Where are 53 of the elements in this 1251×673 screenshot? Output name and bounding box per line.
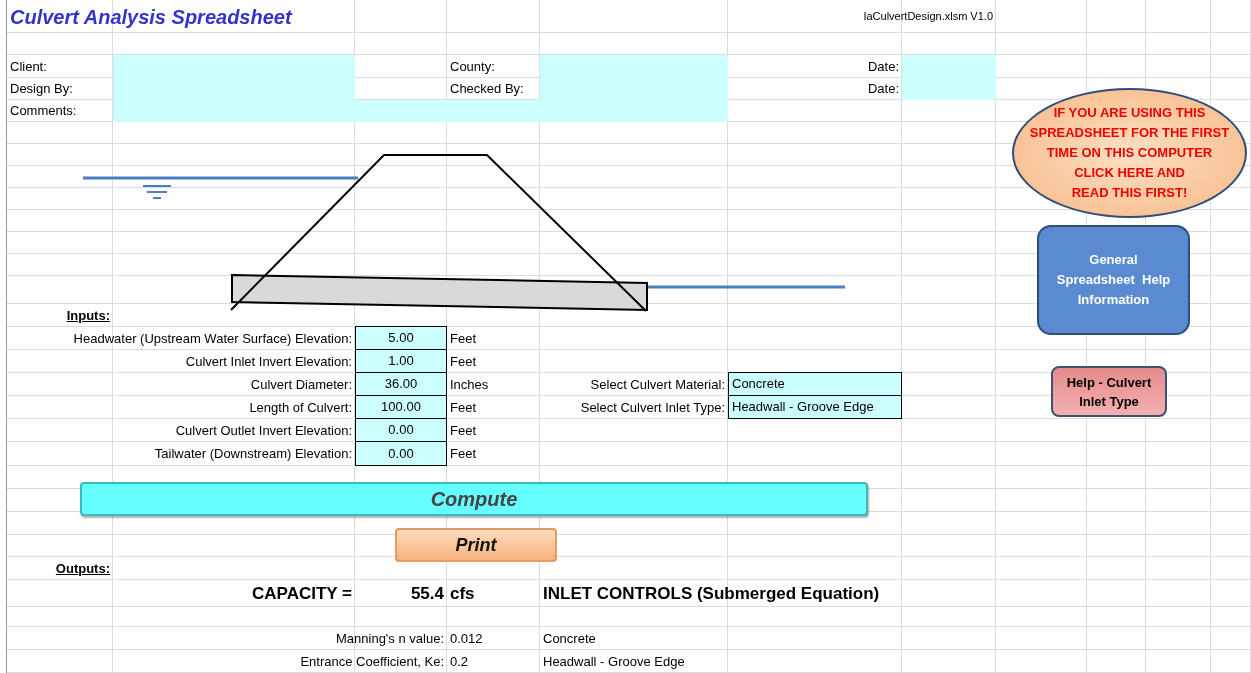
input-field[interactable]: 5.00	[355, 326, 447, 350]
input-field[interactable]: 100.00	[355, 395, 447, 419]
field-label: Manning's n value:	[335, 629, 445, 648]
input-field[interactable]	[113, 100, 728, 122]
control-status: INLET CONTROLS (Submerged Equation)	[542, 582, 881, 605]
field-label: Culvert Diameter:	[249, 375, 353, 394]
field-label: Culvert Outlet Invert Elevation:	[174, 421, 353, 440]
field-label: Entrance Coefficient, Ke:	[299, 652, 445, 671]
field-label: Tailwater (Downstream) Elevation:	[153, 445, 353, 464]
unit-label: Feet	[449, 352, 477, 371]
input-field[interactable]: 0.00	[355, 441, 447, 466]
field-label: Select Culvert Material:	[589, 375, 726, 394]
section-heading: Outputs:	[54, 559, 111, 578]
print-button[interactable]: Print	[395, 528, 557, 562]
select-field[interactable]: Headwall - Groove Edge	[728, 395, 902, 419]
unit-label: Inches	[449, 375, 490, 394]
unit-label: Feet	[449, 445, 477, 464]
input-field[interactable]	[902, 78, 996, 100]
unit-label: cfs	[449, 582, 476, 605]
output-value: 0.012	[449, 629, 484, 648]
help-button[interactable]: General Spreadsheet Help Information	[1037, 225, 1190, 335]
output-note: Concrete	[542, 629, 597, 648]
capacity-label: CAPACITY =	[251, 582, 353, 605]
output-value: 0.2	[449, 652, 470, 671]
unit-label: Feet	[449, 398, 477, 417]
field-label: Checked By:	[449, 80, 525, 99]
file-version: IaCulvertDesign.xlsm V1.0	[862, 9, 994, 25]
input-field[interactable]	[113, 55, 355, 78]
unit-label: Feet	[449, 329, 477, 348]
field-label: Culvert Inlet Invert Elevation:	[184, 352, 353, 371]
field-label: Length of Culvert:	[248, 398, 353, 417]
field-label: County:	[449, 57, 496, 76]
compute-button[interactable]: Compute	[80, 482, 868, 516]
section-heading: Inputs:	[65, 306, 111, 325]
field-label: Headwater (Upstream Water Surface) Elevation:	[72, 329, 353, 348]
input-field[interactable]: 36.00	[355, 372, 447, 396]
field-label: Design By:	[9, 80, 74, 99]
field-label: Date:	[866, 57, 900, 76]
sheet-title: Culvert Analysis Spreadsheet	[9, 4, 294, 30]
water-level-icon	[142, 185, 172, 199]
field-label: Comments:	[9, 102, 78, 121]
input-field[interactable]: 0.00	[355, 418, 447, 442]
capacity-value: 55.4	[409, 582, 445, 605]
select-field[interactable]: Concrete	[728, 372, 902, 396]
input-field[interactable]: 1.00	[355, 349, 447, 373]
input-field[interactable]	[902, 55, 996, 78]
field-label: Select Culvert Inlet Type:	[579, 398, 726, 417]
input-field[interactable]	[540, 55, 728, 78]
field-label: Client:	[9, 57, 48, 76]
field-label: Date:	[866, 80, 900, 99]
unit-label: Feet	[449, 421, 477, 440]
output-note: Headwall - Groove Edge	[542, 652, 686, 671]
help-button[interactable]: Help - Culvert Inlet Type	[1051, 366, 1167, 417]
